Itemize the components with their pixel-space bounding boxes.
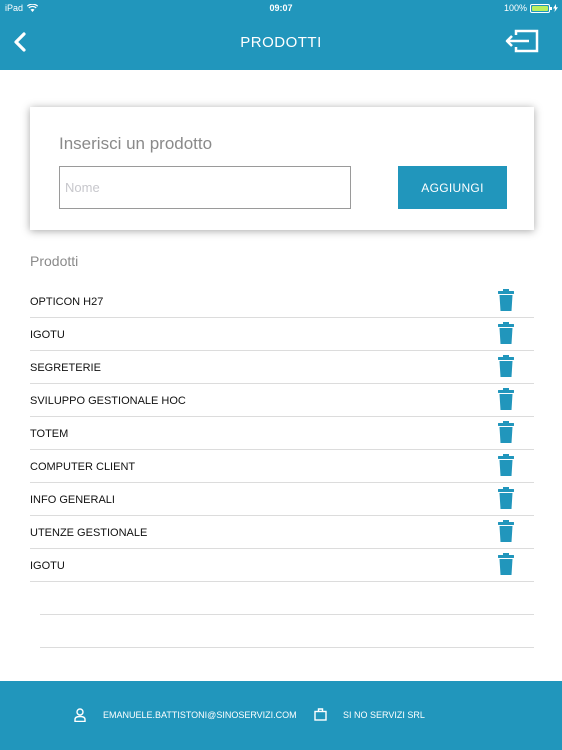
page-title: PRODOTTI — [240, 34, 322, 51]
trash-icon — [498, 421, 514, 443]
list-item[interactable]: TOTEM — [30, 417, 534, 450]
product-label: SVILUPPO GESTIONALE HOC — [30, 395, 186, 407]
product-label: IGOTU — [30, 329, 65, 341]
product-name-input[interactable] — [59, 166, 351, 209]
product-label: COMPUTER CLIENT — [30, 461, 136, 473]
status-time: 09:07 — [269, 3, 293, 13]
delete-button[interactable] — [498, 355, 514, 377]
product-label: TOTEM — [30, 428, 69, 440]
list-item[interactable]: OPTICON H27 — [30, 285, 534, 318]
trash-icon — [498, 520, 514, 542]
delete-button[interactable] — [498, 388, 514, 410]
battery-group: 100% — [504, 3, 558, 13]
list-item[interactable]: SEGRETERIE — [30, 351, 534, 384]
product-list: OPTICON H27 IGOTU SEGRETERIE SVILUPPO GESTI… — [30, 285, 534, 648]
trash-icon — [498, 289, 514, 311]
list-item[interactable]: IGOTU — [30, 549, 534, 582]
briefcase-icon — [314, 708, 327, 721]
list-item[interactable]: SVILUPPO GESTIONALE HOC — [30, 384, 534, 417]
trash-icon — [498, 388, 514, 410]
user-icon — [74, 708, 86, 722]
user-email: EMANUELE.BATTISTONI@SINOSERVIZI.COM — [103, 710, 297, 720]
delete-button[interactable] — [498, 553, 514, 575]
delete-button[interactable] — [498, 322, 514, 344]
delete-button[interactable] — [498, 454, 514, 476]
battery-icon — [530, 3, 552, 13]
logout-icon — [505, 29, 539, 53]
add-product-card: Inserisci un prodotto AGGIUNGI — [30, 107, 534, 230]
footer: EMANUELE.BATTISTONI@SINOSERVIZI.COM SI N… — [0, 681, 562, 750]
logout-button[interactable] — [504, 28, 540, 54]
status-bar: iPad 09:07 100% — [0, 0, 562, 16]
product-label: UTENZE GESTIONALE — [30, 527, 148, 539]
list-item[interactable]: INFO GENERALI — [30, 483, 534, 516]
trash-icon — [498, 553, 514, 575]
product-label: OPTICON H27 — [30, 296, 104, 308]
top-bar: iPad 09:07 100% PRODOTTI — [0, 0, 562, 70]
product-label: IGOTU — [30, 560, 65, 572]
card-title: Inserisci un prodotto — [59, 134, 213, 153]
company-name: SI NO SERVIZI SRL — [343, 710, 425, 720]
empty-row-divider — [40, 582, 534, 615]
delete-button[interactable] — [498, 421, 514, 443]
list-item[interactable]: UTENZE GESTIONALE — [30, 516, 534, 549]
delete-button[interactable] — [498, 289, 514, 311]
delete-button[interactable] — [498, 520, 514, 542]
delete-button[interactable] — [498, 487, 514, 509]
list-item[interactable]: IGOTU — [30, 318, 534, 351]
add-button[interactable]: AGGIUNGI — [398, 166, 507, 209]
trash-icon — [498, 454, 514, 476]
empty-row-divider — [40, 615, 534, 648]
product-label: INFO GENERALI — [30, 494, 115, 506]
charging-icon — [553, 4, 558, 12]
trash-icon — [498, 355, 514, 377]
list-item[interactable]: COMPUTER CLIENT — [30, 450, 534, 483]
trash-icon — [498, 322, 514, 344]
battery-percent: 100% — [503, 3, 527, 13]
trash-icon — [498, 487, 514, 509]
product-label: SEGRETERIE — [30, 362, 101, 374]
products-section-label: Prodotti — [30, 253, 79, 269]
